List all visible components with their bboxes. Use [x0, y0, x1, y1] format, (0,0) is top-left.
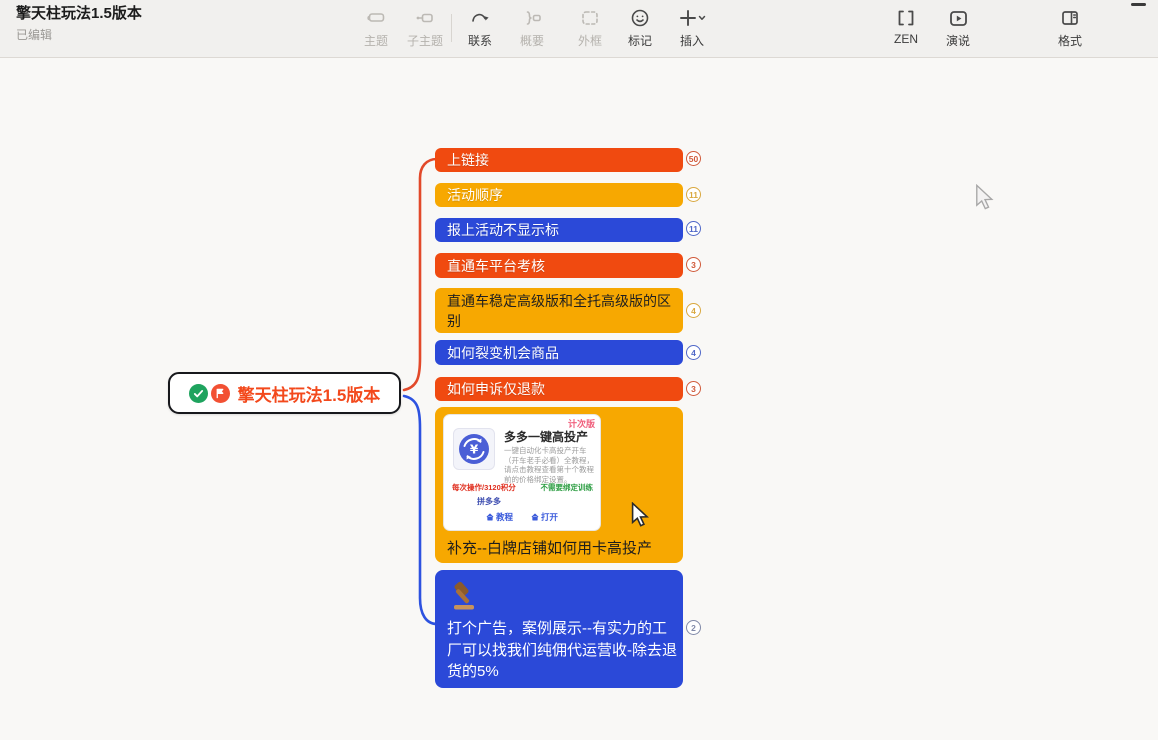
toolbar-boundary-button[interactable]: 外框 — [564, 6, 616, 49]
toolbar-separator — [451, 14, 452, 42]
gavel-icon — [448, 577, 486, 620]
subtopic-icon — [399, 6, 451, 30]
insert-icon — [666, 6, 718, 30]
topic-row[interactable]: 直通车稳定高级版和全托高级版的区别 — [435, 288, 683, 333]
home-icon — [531, 513, 539, 521]
toolbar-presentation-button[interactable]: 演说 — [932, 6, 984, 49]
flag-icon[interactable] — [211, 384, 230, 403]
topic-row[interactable]: 如何裂变机会商品 — [435, 340, 683, 365]
document-status: 已编辑 — [16, 26, 142, 43]
toolbar-zen-button[interactable]: ZEN — [880, 6, 932, 46]
topic-row[interactable]: 报上活动不显示标 — [435, 218, 683, 242]
mindmap-canvas[interactable]: 擎天柱玩法1.5版本 上链接 活动顺序 报上活动不显示标 直通车平台考核 直通车… — [0, 0, 1158, 740]
check-icon[interactable] — [189, 384, 208, 403]
branch-line-lower — [404, 396, 437, 624]
topic-count-badge: 11 — [686, 187, 701, 202]
toolbar-insert-button[interactable]: 插入 — [666, 6, 718, 49]
card-cost-note: 每次操作/3120积分 — [452, 482, 516, 493]
card-tutorial-link[interactable]: 教程 — [486, 511, 513, 523]
branch-line-upper — [404, 159, 437, 390]
root-topic-label: 擎天柱玩法1.5版本 — [238, 381, 381, 406]
topic-count-badge: 2 — [686, 620, 701, 635]
home-icon — [486, 513, 494, 521]
toolbar-format-button[interactable]: 格式 — [1044, 6, 1096, 49]
topic-row[interactable]: 直通车平台考核 — [435, 253, 683, 278]
card-title: 多多一键高投产 — [504, 428, 588, 445]
boundary-icon — [564, 6, 616, 30]
zen-icon — [880, 6, 932, 30]
topic-count-badge: 4 — [686, 303, 701, 318]
relationship-icon — [454, 6, 506, 30]
svg-text:¥: ¥ — [470, 443, 479, 457]
card-green-note: 不需要绑定训练 — [541, 482, 594, 493]
card-store-name: 拼多多 — [477, 496, 501, 507]
format-panel-icon — [1044, 6, 1096, 30]
topic-row[interactable]: 上链接 — [435, 148, 683, 172]
toolbar-subtopic-button[interactable]: 子主题 — [399, 6, 451, 49]
embedded-app-card: 计次版 ¥ 多多一键高投产 一键自动化卡高投产开车（开车老手必看）全教程，请点击… — [443, 414, 601, 531]
topic-count-badge: 4 — [686, 345, 701, 360]
topic-count-badge: 11 — [686, 221, 701, 236]
topic-row[interactable]: 活动顺序 — [435, 183, 683, 207]
app-logo-icon: ¥ — [453, 428, 495, 470]
topic-count-badge: 50 — [686, 151, 701, 166]
toolbar: 擎天柱玩法1.5版本 已编辑 主题 子主题 联系 概要 外框 — [0, 0, 1158, 58]
topic-count-badge: 3 — [686, 257, 701, 272]
toolbar-topic-button[interactable]: 主题 — [350, 6, 402, 49]
ad-topic-label: 打个广告，案例展示--有实力的工厂可以找我们纯佣代运营收-除去退货的5% — [447, 618, 677, 683]
topic-count-badge: 3 — [686, 381, 701, 396]
window-control-dash[interactable] — [1131, 3, 1146, 6]
supplement-topic[interactable]: 计次版 ¥ 多多一键高投产 一键自动化卡高投产开车（开车老手必看）全教程，请点击… — [435, 407, 683, 563]
topic-icon — [350, 6, 402, 30]
ad-topic[interactable]: 打个广告，案例展示--有实力的工厂可以找我们纯佣代运营收-除去退货的5% — [435, 570, 683, 688]
summary-icon — [506, 6, 558, 30]
toolbar-summary-button[interactable]: 概要 — [506, 6, 558, 49]
document-info: 擎天柱玩法1.5版本 已编辑 — [16, 5, 142, 43]
supplement-topic-label: 补充--白牌店铺如何用卡高投产 — [447, 537, 677, 558]
document-title: 擎天柱玩法1.5版本 — [16, 5, 142, 23]
card-description: 一键自动化卡高投产开车（开车老手必看）全教程，请点击教程查看第十个教程前的价格绑… — [504, 446, 596, 484]
toolbar-marker-button[interactable]: 标记 — [614, 6, 666, 49]
presentation-icon — [932, 6, 984, 30]
marker-icon — [614, 6, 666, 30]
topic-row[interactable]: 如何申诉仅退款 — [435, 377, 683, 401]
card-open-link[interactable]: 打开 — [531, 511, 558, 523]
toolbar-relationship-button[interactable]: 联系 — [454, 6, 506, 49]
root-topic[interactable]: 擎天柱玩法1.5版本 — [168, 372, 401, 414]
